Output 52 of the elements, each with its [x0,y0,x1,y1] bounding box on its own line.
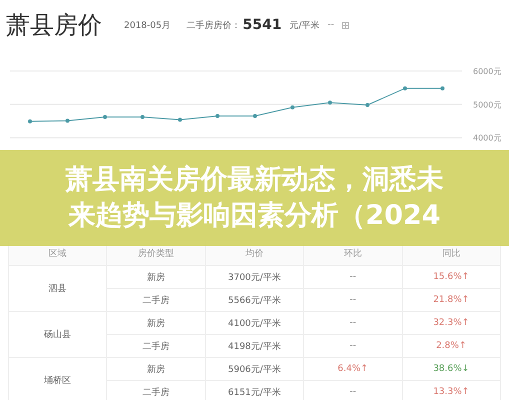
data-point [440,86,444,90]
table-cell: 6.4%↑ [304,358,402,380]
table-cell: 泗县 [8,266,107,312]
axis-label: 5000元 [473,100,502,110]
price-value: 5541 [242,17,282,33]
price-change: -- [328,20,334,30]
article-title: 萧县南关房价最新动态，洞悉未 [66,163,444,197]
table-cell: 21.8%↑ [402,288,500,312]
price-label: 二手房房价： [186,20,241,32]
table-cell: -- [304,312,402,334]
price-unit: 元/平米 [290,20,320,32]
data-point [28,119,32,124]
table-cell: 5906元/平米 [205,358,304,380]
table-cell: 2.8%↑ [402,334,500,358]
data-point [216,114,220,118]
data-point [290,105,294,110]
data-point [366,103,370,108]
table-cell: 新房 [106,312,206,334]
table-cell: 新房 [106,358,206,380]
table-cell: -- [304,288,402,312]
data-point [140,115,144,120]
month-label: 2018-05月 [124,20,171,32]
data-point [403,86,407,90]
data-point [178,118,182,122]
table-cell: 二手房 [106,288,206,312]
data-point [103,115,107,120]
table-cell: 32.3%↑ [402,312,500,334]
table-cell: 新房 [106,266,206,288]
table-cell: 二手房 [106,334,206,358]
grid-icon[interactable] [342,22,350,28]
table-cell: -- [304,266,402,288]
table-cell: 5566元/平米 [205,288,304,312]
page-title: 萧县房价 [6,10,102,41]
article-title: 来趋势与影响因素分析（2024 [68,199,441,233]
table-cell: 4100元/平米 [205,312,304,334]
data-point [328,100,332,105]
table-cell: 38.6%↓ [402,358,500,380]
data-point [66,118,70,123]
table-cell: 埇桥区 [8,358,107,400]
data-point [253,114,257,118]
column-header: 同比 [442,248,460,258]
axis-label: 4000元 [473,134,502,143]
column-header: 环比 [344,248,362,258]
table-cell: 4198元/平米 [205,334,304,358]
column-header: 区域 [48,248,67,258]
column-header: 房价类型 [138,248,174,258]
table-cell: 砀山县 [8,312,107,358]
table-cell: 15.6%↑ [402,266,500,288]
table-cell: -- [304,334,402,358]
axis-label: 6000元 [473,67,502,76]
column-header: 均价 [245,248,264,258]
table-cell: 3700元/平米 [205,266,304,288]
